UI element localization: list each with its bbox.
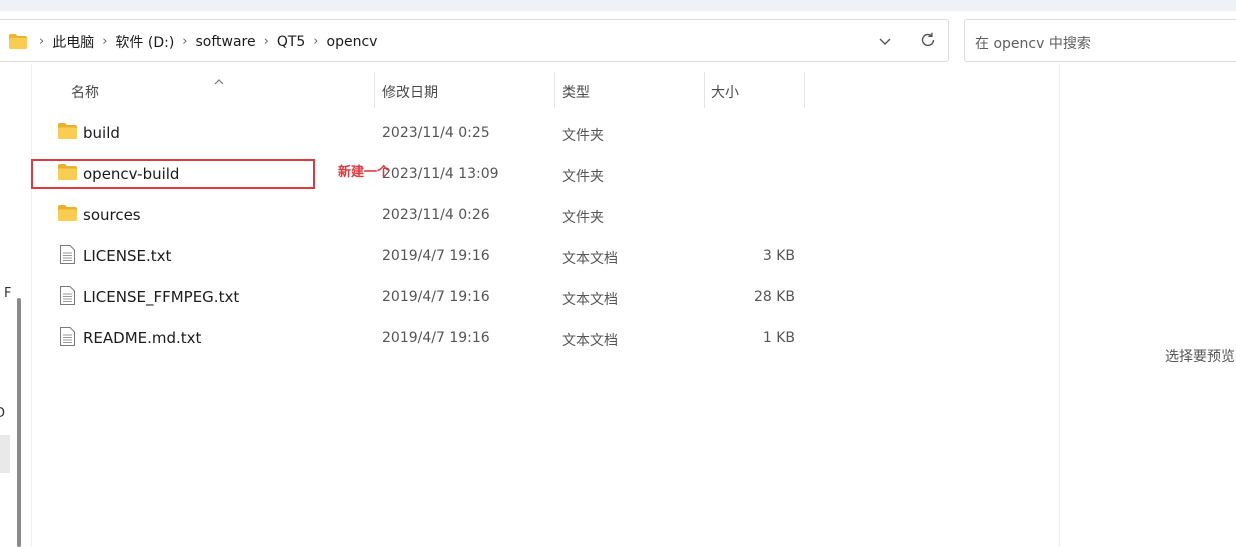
file-size: 28 KB xyxy=(753,289,795,305)
preview-pane xyxy=(1059,64,1236,547)
title-bar-strip xyxy=(0,0,1236,11)
nav-scrollbar[interactable] xyxy=(17,298,21,547)
file-type: 文件夹 xyxy=(562,169,604,185)
file-name: build xyxy=(83,124,120,142)
sort-ascending-icon[interactable] xyxy=(213,71,225,90)
file-type: 文件夹 xyxy=(562,210,604,226)
file-type: 文本文档 xyxy=(562,251,618,267)
folder-icon xyxy=(9,34,27,53)
nav-item-fragment[interactable]: F xyxy=(4,286,11,301)
search-placeholder: 在 opencv 中搜索 xyxy=(975,36,1091,52)
file-name: LICENSE.txt xyxy=(83,247,172,265)
chevron-right-icon[interactable]: › xyxy=(37,34,46,49)
chevron-right-icon[interactable]: › xyxy=(311,34,320,49)
file-name: sources xyxy=(83,206,141,224)
chevron-down-icon[interactable] xyxy=(877,33,893,53)
chevron-right-icon[interactable]: › xyxy=(100,34,109,49)
column-divider[interactable] xyxy=(704,72,705,108)
file-size: 3 KB xyxy=(762,248,795,264)
column-divider[interactable] xyxy=(374,72,375,108)
breadcrumb-this-pc[interactable]: 此电脑 xyxy=(46,32,100,52)
file-date: 2019/4/7 19:16 xyxy=(382,248,490,264)
file-type: 文本文档 xyxy=(562,292,618,308)
file-date: 2023/11/4 13:09 xyxy=(382,166,499,182)
text-file-icon xyxy=(60,327,75,350)
breadcrumb: › 此电脑 › 软件 (D:) › software › QT5 › openc… xyxy=(37,20,383,63)
file-row[interactable]: LICENSE.txt 2019/4/7 19:16 文本文档 3 KB xyxy=(31,235,1059,276)
file-date: 2019/4/7 19:16 xyxy=(382,330,490,346)
nav-item-fragment[interactable]: D xyxy=(0,406,5,421)
column-divider[interactable] xyxy=(804,72,805,108)
text-file-icon xyxy=(60,245,75,268)
breadcrumb-software[interactable]: software xyxy=(189,34,261,50)
preview-message: 选择要预览 xyxy=(1165,349,1235,365)
file-date: 2023/11/4 0:26 xyxy=(382,207,490,223)
folder-icon xyxy=(58,123,77,143)
chevron-right-icon[interactable]: › xyxy=(262,34,271,49)
nav-selected-item[interactable] xyxy=(0,435,10,473)
file-size: 1 KB xyxy=(762,330,795,346)
column-header-size[interactable]: 大小 xyxy=(711,82,739,102)
file-type: 文本文档 xyxy=(562,333,618,349)
file-date: 2019/4/7 19:16 xyxy=(382,289,490,305)
annotation-label: 新建一个 xyxy=(338,165,391,180)
file-row[interactable]: sources 2023/11/4 0:26 文件夹 xyxy=(31,194,1059,235)
annotation-highlight-box xyxy=(31,159,315,189)
search-input[interactable]: 在 opencv 中搜索 xyxy=(964,19,1236,62)
column-header-type[interactable]: 类型 xyxy=(562,82,590,102)
navigation-pane[interactable] xyxy=(0,64,32,547)
refresh-icon[interactable] xyxy=(919,31,937,53)
file-row[interactable]: LICENSE_FFMPEG.txt 2019/4/7 19:16 文本文档 2… xyxy=(31,276,1059,317)
file-date: 2023/11/4 0:25 xyxy=(382,125,490,141)
address-bar[interactable]: › 此电脑 › 软件 (D:) › software › QT5 › openc… xyxy=(0,19,949,62)
column-header-date[interactable]: 修改日期 xyxy=(382,82,438,102)
file-row[interactable]: build 2023/11/4 0:25 文件夹 xyxy=(31,112,1059,153)
text-file-icon xyxy=(60,286,75,309)
column-divider[interactable] xyxy=(554,72,555,108)
file-name: LICENSE_FFMPEG.txt xyxy=(83,288,240,306)
folder-icon xyxy=(58,205,77,225)
file-row[interactable]: README.md.txt 2019/4/7 19:16 文本文档 1 KB xyxy=(31,317,1059,358)
file-type: 文件夹 xyxy=(562,128,604,144)
breadcrumb-drive-d[interactable]: 软件 (D:) xyxy=(109,32,180,52)
chevron-right-icon[interactable]: › xyxy=(180,34,189,49)
breadcrumb-qt5[interactable]: QT5 xyxy=(271,34,311,50)
breadcrumb-opencv[interactable]: opencv xyxy=(321,34,384,50)
column-header-name[interactable]: 名称 xyxy=(71,82,99,102)
file-name: README.md.txt xyxy=(83,329,202,347)
